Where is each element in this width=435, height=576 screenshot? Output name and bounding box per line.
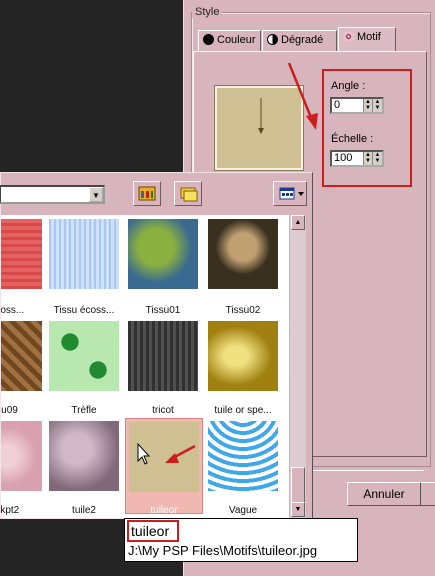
scale-label: Échelle : xyxy=(331,133,374,145)
scale-stepper[interactable]: 100 ▲ ▼ ▲ ▼ xyxy=(330,150,384,167)
pattern-caption: tuileor xyxy=(150,505,178,516)
angle-stepper[interactable]: 0 ▲ ▼ ▲ ▼ xyxy=(330,97,384,114)
open-folder-button[interactable] xyxy=(174,181,202,206)
scroll-up-icon[interactable]: ▲ xyxy=(291,215,305,230)
pattern-caption: Tissu02 xyxy=(225,305,261,316)
tab-degrade[interactable]: Dégradé xyxy=(262,30,337,51)
pattern-thumb[interactable] xyxy=(128,219,198,289)
thumbnail-view-icon xyxy=(279,187,304,200)
pattern-thumb[interactable] xyxy=(208,219,278,289)
pattern-thumb[interactable] xyxy=(208,321,278,391)
folder-icon xyxy=(180,187,198,202)
tab-degrade-label: Dégradé xyxy=(281,34,324,46)
pattern-caption: Tissu01 xyxy=(145,305,181,316)
browse-folders-button[interactable] xyxy=(133,181,161,206)
style-group-title: Style xyxy=(192,6,223,18)
view-options-button[interactable] xyxy=(273,181,307,206)
tab-couleur-label: Couleur xyxy=(217,34,256,46)
pattern-caption: _kpt2 xyxy=(1,505,20,516)
tab-motif[interactable]: Motif xyxy=(338,27,396,52)
pattern-thumb[interactable] xyxy=(1,219,42,289)
pattern-caption: écoss... xyxy=(1,305,25,316)
pattern-browser: ▼ écoss... Tissu écoss... Tis xyxy=(0,172,313,519)
scroll-thumb[interactable] xyxy=(291,467,305,503)
pattern-thumb[interactable] xyxy=(1,321,42,391)
folder-dropdown[interactable]: ▼ xyxy=(0,185,105,204)
red-arrow-icon xyxy=(287,62,318,130)
angle-slider-arrow[interactable]: ▲ ▼ xyxy=(363,99,372,112)
file-tooltip: tuileor J:\My PSP Files\Motifs\tuileor.j… xyxy=(124,518,358,562)
tab-couleur[interactable]: Couleur xyxy=(198,30,261,51)
angle-spin-arrows[interactable]: ▲ ▼ xyxy=(372,99,382,112)
arrow-cursor-icon xyxy=(137,442,196,465)
pattern-thumb[interactable] xyxy=(49,421,119,491)
pattern-caption: tuile or spe... xyxy=(214,405,272,416)
angle-value: 0 xyxy=(334,99,341,111)
half-circle-icon xyxy=(267,34,278,45)
tab-motif-label: Motif xyxy=(357,31,381,43)
pattern-thumb[interactable] xyxy=(208,421,278,491)
pattern-caption: Tissu écoss... xyxy=(53,305,115,316)
pattern-caption: Trèfle xyxy=(71,405,97,416)
pattern-grid: écoss... Tissu écoss... Tissu01 Tissu02 … xyxy=(1,215,289,518)
pattern-caption: tricot xyxy=(152,405,174,416)
pattern-caption: Vague xyxy=(228,505,258,516)
scroll-down-icon[interactable]: ▼ xyxy=(291,502,305,517)
pattern-circle-icon xyxy=(343,31,354,42)
pattern-caption: tuile2 xyxy=(72,505,96,516)
ok-button-partial[interactable] xyxy=(419,482,435,506)
angle-label: Angle : xyxy=(331,80,366,92)
pattern-caption: su09 xyxy=(1,405,18,416)
angle-scale-highlight: Angle : 0 ▲ ▼ ▲ ▼ Échelle : 100 ▲ ▼ ▲ ▼ xyxy=(322,69,412,187)
pattern-thumb[interactable] xyxy=(49,321,119,391)
pattern-thumb[interactable] xyxy=(1,421,42,491)
tooltip-path: J:\My PSP Files\Motifs\tuileor.jpg xyxy=(128,543,318,558)
folder-tree-icon xyxy=(138,186,156,201)
pattern-thumb[interactable] xyxy=(128,321,198,391)
scale-slider-arrow[interactable]: ▲ ▼ xyxy=(363,152,372,165)
cancel-button[interactable]: Annuler xyxy=(347,482,421,506)
pattern-thumb[interactable] xyxy=(49,219,119,289)
vertical-scrollbar[interactable]: ▲ ▼ xyxy=(289,215,306,518)
filled-circle-icon xyxy=(203,34,214,45)
scale-value: 100 xyxy=(334,152,353,164)
chevron-down-icon[interactable]: ▼ xyxy=(89,187,103,202)
scale-spin-arrows[interactable]: ▲ ▼ xyxy=(372,152,382,165)
tooltip-filename: tuileor xyxy=(127,520,179,542)
